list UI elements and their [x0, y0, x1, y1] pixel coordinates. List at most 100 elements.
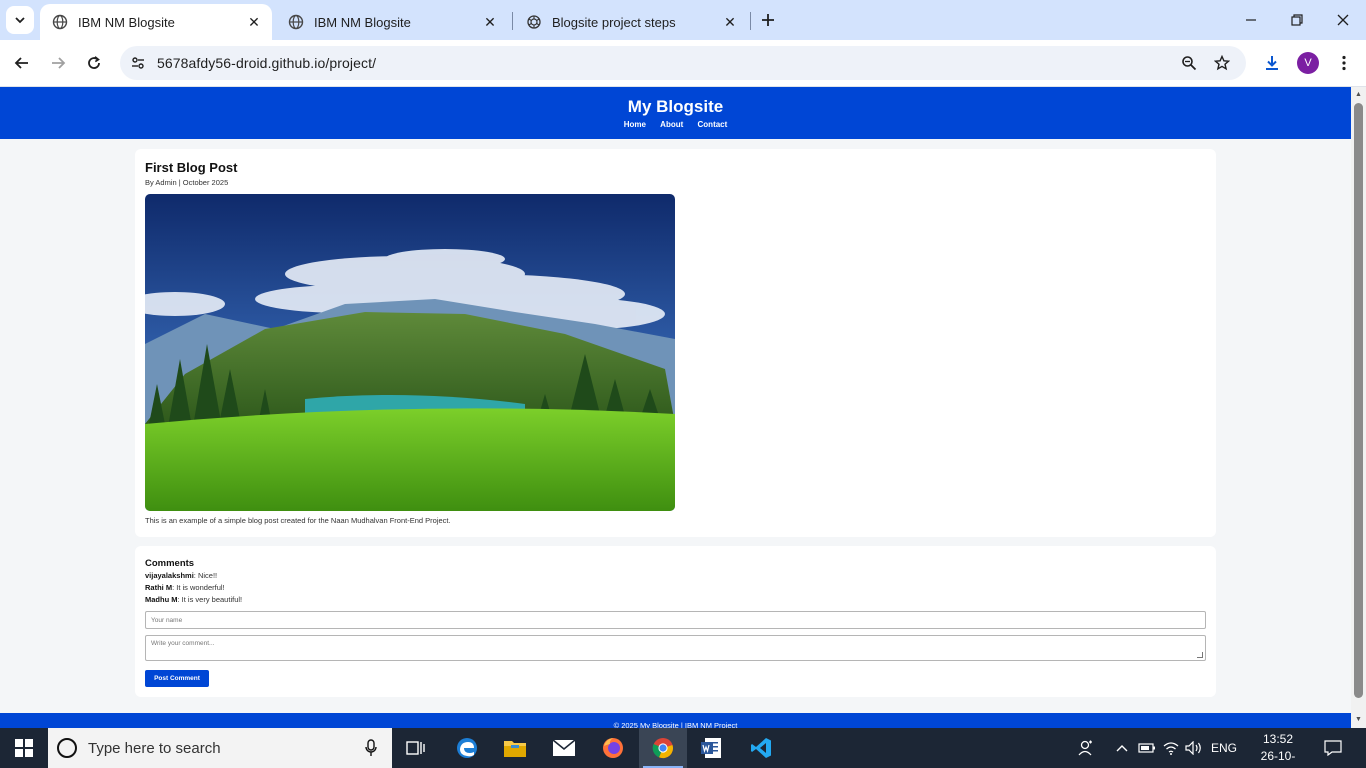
minimize-icon [1246, 19, 1256, 21]
windows-logo-icon [15, 739, 33, 757]
microphone-icon[interactable] [364, 739, 378, 757]
comment-author: vijayalakshmi [145, 571, 194, 580]
tab-title: IBM NM Blogsite [314, 14, 411, 30]
scroll-up-icon[interactable]: ▲ [1354, 90, 1363, 99]
taskbar-firefox[interactable] [589, 728, 637, 768]
nav-link-about[interactable]: About [660, 120, 683, 129]
edge-icon [457, 738, 477, 758]
comment-text: : Nice!! [193, 571, 218, 580]
more-vertical-icon [1342, 55, 1346, 71]
minimize-button[interactable] [1228, 0, 1274, 40]
profile-avatar[interactable]: V [1297, 52, 1319, 74]
comment-text: : It is wonderful! [172, 583, 225, 592]
comments-card: Comments vijayalakshmi: Nice!! Rathi M: … [135, 546, 1216, 697]
forward-button[interactable] [44, 49, 72, 77]
downloads-button[interactable] [1258, 49, 1286, 77]
tab-title: IBM NM Blogsite [78, 14, 175, 30]
address-bar[interactable]: 5678afdy56-droid.github.io/project/ [120, 46, 1246, 80]
comment-textarea[interactable]: Write your comment... [145, 635, 1206, 661]
site-footer: © 2025 My Blogsite | IBM NM Project [0, 713, 1351, 728]
volume-icon[interactable] [1183, 728, 1205, 768]
close-icon [1337, 14, 1349, 26]
close-window-button[interactable] [1320, 0, 1366, 40]
post-meta: By Admin | October 2025 [145, 178, 229, 187]
taskbar-search-box[interactable]: Type here to search [48, 728, 392, 768]
close-tab-icon[interactable]: ✕ [246, 14, 262, 30]
task-view-button[interactable] [392, 728, 440, 768]
tab-search-button[interactable] [6, 6, 34, 34]
browser-toolbar: 5678afdy56-droid.github.io/project/ V [0, 40, 1366, 86]
forward-arrow-icon [52, 57, 66, 69]
language-indicator[interactable]: ENG [1208, 728, 1240, 768]
notifications-icon[interactable] [1318, 728, 1348, 768]
post-body: This is an example of a simple blog post… [145, 516, 451, 525]
restore-icon [1291, 14, 1303, 26]
comment-textarea-placeholder: Write your comment... [151, 640, 215, 647]
tab-blogsite-project-steps[interactable]: Blogsite project steps ✕ [514, 4, 748, 40]
taskbar-file-explorer[interactable] [491, 728, 539, 768]
folder-icon [504, 741, 526, 757]
comment-item: Rathi M: It is wonderful! [145, 583, 225, 592]
download-icon [1266, 56, 1278, 70]
system-clock[interactable]: 13:52 26-10-2025 [1251, 731, 1305, 768]
reload-icon [88, 56, 100, 69]
blog-post-card: First Blog Post By Admin | October 2025 [135, 149, 1216, 537]
taskbar-search-placeholder: Type here to search [88, 739, 221, 757]
word-icon [701, 738, 721, 758]
back-button[interactable] [8, 49, 36, 77]
task-view-icon [406, 741, 425, 755]
taskbar-edge[interactable] [443, 728, 491, 768]
globe-icon [52, 14, 68, 30]
tab-ibm-nm-blogsite-active[interactable]: IBM NM Blogsite ✕ [40, 4, 272, 40]
taskbar-word[interactable] [687, 728, 735, 768]
menu-button[interactable] [1330, 49, 1358, 77]
nav-link-home[interactable]: Home [624, 120, 646, 129]
scroll-down-icon[interactable]: ▼ [1354, 715, 1363, 724]
comment-item: Madhu M: It is very beautiful! [145, 595, 242, 604]
clock-date: 26-10-2025 [1260, 749, 1296, 768]
chatgpt-icon [526, 14, 542, 30]
plus-icon [762, 14, 774, 26]
restore-button[interactable] [1274, 0, 1320, 40]
comment-item: vijayalakshmi: Nice!! [145, 571, 217, 580]
chrome-icon [652, 738, 674, 759]
mail-icon [552, 739, 576, 756]
page-scrollbar[interactable]: ▲ ▼ [1351, 87, 1366, 728]
browser-tab-strip: IBM NM Blogsite ✕ IBM NM Blogsite ✕ Blog… [0, 0, 1366, 40]
nav-link-contact[interactable]: Contact [698, 120, 728, 129]
new-tab-button[interactable] [758, 10, 778, 30]
close-tab-icon[interactable]: ✕ [722, 14, 738, 30]
site-info-icon[interactable] [128, 53, 148, 73]
close-tab-icon[interactable]: ✕ [482, 14, 498, 30]
site-header: My Blogsite Home About Contact [0, 87, 1351, 139]
site-title: My Blogsite [627, 97, 724, 116]
show-hidden-icons-chevron-icon[interactable] [1112, 728, 1132, 768]
taskbar-chrome[interactable] [639, 728, 687, 768]
start-button[interactable] [0, 728, 48, 768]
bookmark-star-icon[interactable] [1212, 53, 1232, 73]
reload-button[interactable] [80, 49, 108, 77]
taskbar-mail[interactable] [540, 728, 588, 768]
url-text[interactable]: 5678afdy56-droid.github.io/project/ [157, 55, 376, 71]
windows-taskbar: Type here to search ENG 13:52 26-10- [0, 728, 1366, 768]
tab-ibm-nm-blogsite[interactable]: IBM NM Blogsite ✕ [276, 4, 508, 40]
post-comment-button[interactable]: Post Comment [145, 670, 209, 687]
chevron-down-icon [15, 17, 25, 24]
battery-icon[interactable] [1136, 728, 1158, 768]
comment-author: Madhu M [145, 595, 178, 604]
zoom-icon[interactable] [1179, 53, 1199, 73]
site-nav: Home About Contact [0, 120, 1351, 129]
people-icon[interactable] [1074, 728, 1098, 768]
tab-separator [512, 12, 513, 30]
comment-text: : It is very beautiful! [177, 595, 243, 604]
wifi-icon[interactable] [1160, 728, 1182, 768]
resize-handle-icon[interactable] [1197, 652, 1203, 658]
vscode-icon [751, 738, 771, 758]
comments-heading: Comments [145, 558, 195, 569]
scrollbar-thumb[interactable] [1354, 103, 1363, 698]
taskbar-vscode[interactable] [737, 728, 785, 768]
cortana-circle-icon [57, 738, 77, 758]
post-title: First Blog Post [145, 160, 238, 175]
tab-separator [750, 12, 751, 30]
name-input[interactable]: Your name [145, 611, 1206, 629]
